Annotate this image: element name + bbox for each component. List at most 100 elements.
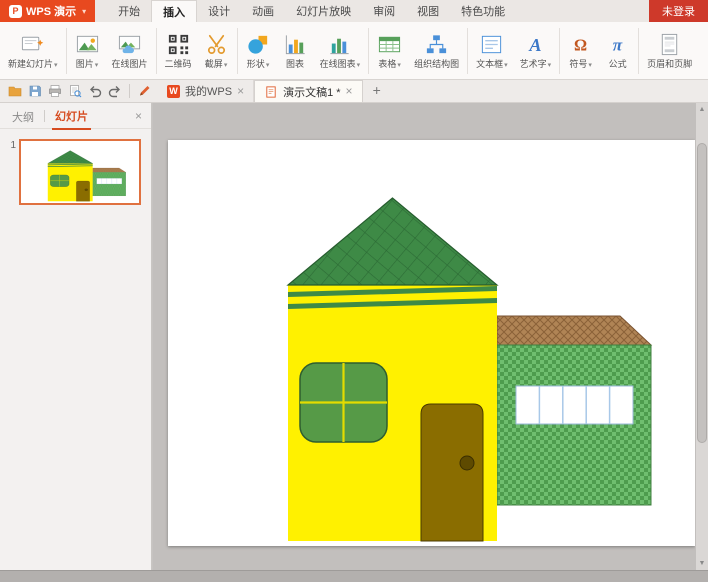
slide-thumbnail-row: 1 bbox=[0, 129, 151, 205]
menu-tab-design[interactable]: 设计 bbox=[197, 0, 241, 22]
ribbon-group-separator bbox=[559, 27, 561, 74]
editing-canvas[interactable] bbox=[153, 103, 708, 570]
table-icon bbox=[379, 36, 401, 53]
dropdown-arrow-icon bbox=[265, 60, 270, 69]
open-button[interactable] bbox=[5, 82, 24, 101]
close-icon[interactable] bbox=[237, 85, 244, 98]
menu-tab-animation[interactable]: 动画 bbox=[241, 0, 285, 22]
printer-icon bbox=[48, 85, 61, 97]
undo-button[interactable] bbox=[85, 82, 104, 101]
wordart-icon: A bbox=[528, 35, 541, 55]
ribbon-button-label: 文本框 bbox=[476, 59, 504, 69]
bottom-strip bbox=[0, 570, 708, 582]
chevron-down-icon bbox=[80, 5, 86, 17]
scroll-up-icon[interactable] bbox=[696, 103, 708, 116]
formula-pi-icon: π bbox=[613, 35, 623, 54]
save-button[interactable] bbox=[25, 82, 44, 101]
ribbon-button-label: 艺术字 bbox=[519, 59, 547, 69]
new-tab-button[interactable] bbox=[363, 80, 391, 102]
menu-tab-slideshow[interactable]: 幻灯片放映 bbox=[285, 0, 362, 22]
doc-tab-label: 我的WPS bbox=[185, 86, 233, 98]
ribbon-insert: 新建幻灯片 图片 在线图片 bbox=[0, 22, 708, 80]
slide-thumbnail[interactable] bbox=[19, 139, 141, 205]
house-drawing[interactable] bbox=[168, 140, 695, 546]
dropdown-arrow-icon bbox=[94, 60, 99, 69]
org-chart-button[interactable]: 组织结构图 bbox=[408, 24, 465, 78]
menu-tab-view[interactable]: 视图 bbox=[406, 0, 450, 22]
dropdown-arrow-icon bbox=[547, 60, 552, 69]
ribbon-button-label: 截屏 bbox=[204, 59, 223, 69]
shapes-button[interactable]: 形状 bbox=[240, 24, 277, 78]
doc-tab-presentation1[interactable]: 演示文稿1 * bbox=[254, 80, 363, 102]
ribbon-group-separator bbox=[467, 27, 469, 74]
table-button[interactable]: 表格 bbox=[371, 24, 408, 78]
picture-icon bbox=[76, 35, 98, 53]
wps-presentation-window: P WPS 演示 开始 插入 设计 动画 幻灯片放映 审阅 视图 特色功能 未登… bbox=[0, 0, 708, 582]
svg-text:π: π bbox=[613, 35, 623, 54]
textbox-button[interactable]: 文本框 bbox=[470, 24, 514, 78]
ribbon-button-label: 表格 bbox=[378, 59, 397, 69]
ribbon-button-label: 公式 bbox=[608, 59, 627, 69]
new-slide-icon bbox=[22, 36, 44, 51]
ribbon-button-label: 图片 bbox=[75, 59, 94, 69]
slide-number: 1 bbox=[10, 140, 16, 151]
login-button[interactable]: 未登录 bbox=[649, 0, 708, 22]
textbox-icon bbox=[482, 35, 502, 54]
chart-button[interactable]: 图表 bbox=[277, 24, 314, 78]
ribbon-button-label: 图表 bbox=[286, 59, 305, 69]
ribbon-button-label: 组织结构图 bbox=[414, 59, 460, 69]
slide-panel: 大纲 幻灯片 1 bbox=[0, 103, 152, 570]
ribbon-button-label: 在线图片 bbox=[111, 59, 148, 69]
dropdown-arrow-icon bbox=[223, 60, 228, 69]
tab-slides[interactable]: 幻灯片 bbox=[52, 102, 91, 130]
quick-access-bar: W 我的WPS 演示文稿1 * bbox=[0, 80, 708, 103]
dropdown-arrow-icon bbox=[396, 60, 401, 69]
menu-tab-review[interactable]: 审阅 bbox=[362, 0, 406, 22]
ribbon-button-label: 新建幻灯片 bbox=[8, 59, 54, 69]
close-icon[interactable] bbox=[135, 109, 142, 123]
menu-tab-home[interactable]: 开始 bbox=[107, 0, 151, 22]
slide-1[interactable] bbox=[168, 140, 695, 546]
scroll-down-icon[interactable] bbox=[696, 557, 708, 570]
screenshot-scissors-icon bbox=[207, 34, 225, 55]
online-chart-icon bbox=[330, 38, 349, 55]
menu-tab-special-features[interactable]: 特色功能 bbox=[450, 0, 516, 22]
new-slide-button[interactable]: 新建幻灯片 bbox=[2, 24, 64, 78]
doc-tab-my-wps[interactable]: W 我的WPS bbox=[158, 80, 255, 102]
redo-button[interactable] bbox=[105, 82, 124, 101]
menu-bar: 开始 插入 设计 动画 幻灯片放映 审阅 视图 特色功能 bbox=[107, 0, 516, 22]
wordart-button[interactable]: A 艺术字 bbox=[514, 24, 558, 78]
menu-tab-insert[interactable]: 插入 bbox=[151, 0, 198, 22]
ribbon-button-label: 符号 bbox=[569, 59, 588, 69]
pen-tool-button[interactable] bbox=[134, 82, 153, 101]
redo-icon bbox=[108, 86, 120, 98]
dropdown-arrow-icon bbox=[53, 60, 58, 69]
toolbar-separator bbox=[129, 84, 130, 98]
formula-button[interactable]: π 公式 bbox=[599, 24, 636, 78]
screenshot-button[interactable]: 截屏 bbox=[198, 24, 235, 78]
header-footer-icon bbox=[661, 33, 678, 56]
online-picture-button[interactable]: 在线图片 bbox=[106, 24, 154, 78]
print-preview-button[interactable] bbox=[65, 82, 84, 101]
wps-home-icon: W bbox=[167, 84, 180, 98]
header-footer-button[interactable]: 页眉和页脚 bbox=[641, 24, 698, 78]
symbol-button[interactable]: Ω 符号 bbox=[562, 24, 599, 78]
scrollbar-thumb[interactable] bbox=[697, 143, 707, 443]
print-button[interactable] bbox=[45, 82, 64, 101]
ribbon-button-label: 页眉和页脚 bbox=[647, 59, 693, 69]
ribbon-button-label: 在线图表 bbox=[319, 59, 356, 69]
tab-outline[interactable]: 大纲 bbox=[9, 103, 37, 129]
ribbon-group-separator bbox=[638, 27, 640, 74]
vertical-scrollbar[interactable] bbox=[695, 103, 708, 570]
qrcode-button[interactable]: 二维码 bbox=[159, 24, 198, 78]
plus-icon bbox=[373, 82, 381, 100]
dropdown-arrow-icon bbox=[503, 60, 508, 69]
org-chart-icon bbox=[426, 35, 447, 54]
online-chart-button[interactable]: 在线图表 bbox=[314, 24, 367, 78]
slide-panel-header: 大纲 幻灯片 bbox=[0, 102, 151, 130]
titlebar: P WPS 演示 开始 插入 设计 动画 幻灯片放映 审阅 视图 特色功能 未登… bbox=[0, 0, 708, 22]
app-menu-button[interactable]: P WPS 演示 bbox=[0, 0, 96, 22]
picture-button[interactable]: 图片 bbox=[69, 24, 106, 78]
slide-thumbnail-art bbox=[22, 142, 138, 202]
close-icon[interactable] bbox=[346, 85, 353, 98]
